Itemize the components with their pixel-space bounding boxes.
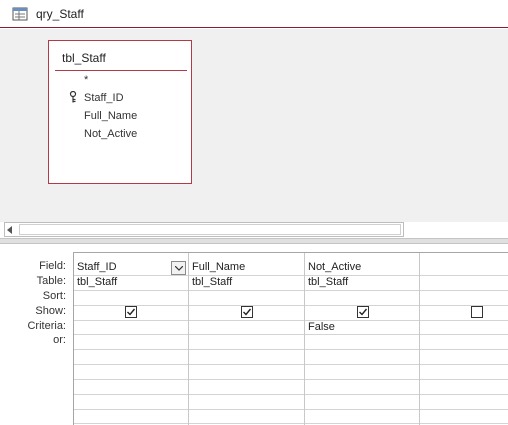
grid-line: [74, 349, 508, 350]
grid-criteria-cell[interactable]: False: [308, 321, 335, 333]
document-tab[interactable]: qry_Staff: [0, 0, 508, 28]
grid-line: [74, 305, 508, 306]
checkmark-icon: [243, 308, 252, 316]
table-name[interactable]: tbl_Staff: [62, 51, 106, 65]
primary-key-icon: [69, 90, 77, 103]
grid-field-cell[interactable]: Not_Active: [308, 261, 361, 273]
grid-line: [74, 334, 508, 335]
chevron-down-icon: [175, 266, 183, 271]
column-divider[interactable]: [304, 253, 305, 425]
grid-line: [74, 409, 508, 410]
grid-line: [74, 275, 508, 276]
grid-line: [74, 423, 508, 424]
field-list-item-all[interactable]: *: [84, 74, 88, 86]
row-label-criteria: Criteria:: [27, 320, 66, 332]
grid-line: [74, 364, 508, 365]
show-checkbox[interactable]: [357, 306, 369, 318]
row-label-show: Show:: [35, 305, 66, 317]
column-divider[interactable]: [188, 253, 189, 425]
field-list-item-staff-id[interactable]: Staff_ID: [84, 92, 124, 104]
grid-table-cell[interactable]: tbl_Staff: [308, 276, 348, 288]
row-label-table: Table:: [36, 275, 66, 287]
grid-field-cell[interactable]: Full_Name: [192, 261, 245, 273]
show-checkbox[interactable]: [241, 306, 253, 318]
show-checkbox[interactable]: [471, 306, 483, 318]
grid-line: [74, 379, 508, 380]
query-design-grid[interactable]: Staff_ID tbl_Staff Full_Name tbl_Staff N…: [73, 252, 508, 425]
query-icon: [12, 7, 28, 21]
pane-splitter[interactable]: [0, 238, 508, 244]
grid-line: [74, 394, 508, 395]
column-divider[interactable]: [419, 253, 420, 425]
show-checkbox[interactable]: [125, 306, 137, 318]
checkmark-icon: [359, 308, 368, 316]
horizontal-scrollbar[interactable]: [4, 222, 404, 237]
field-list-item-not-active[interactable]: Not_Active: [84, 128, 137, 140]
table-title-divider: [55, 70, 187, 71]
grid-table-cell[interactable]: tbl_Staff: [192, 276, 232, 288]
grid-table-cell[interactable]: tbl_Staff: [77, 276, 117, 288]
row-label-sort: Sort:: [42, 290, 66, 302]
table-field-list[interactable]: tbl_Staff * Staff_ID Full_Name Not_Activ…: [48, 40, 192, 184]
checkmark-icon: [127, 308, 136, 316]
document-title: qry_Staff: [36, 7, 84, 21]
row-label-field: Field:: [39, 260, 66, 272]
grid-line: [74, 290, 508, 291]
scroll-left-arrow-icon[interactable]: [7, 226, 12, 234]
grid-field-cell[interactable]: Staff_ID: [77, 261, 117, 273]
row-label-or: or:: [53, 334, 66, 346]
field-dropdown-button[interactable]: [171, 261, 186, 275]
grid-line: [74, 320, 508, 321]
field-list-item-full-name[interactable]: Full_Name: [84, 110, 137, 122]
scrollbar-thumb[interactable]: [19, 224, 401, 235]
